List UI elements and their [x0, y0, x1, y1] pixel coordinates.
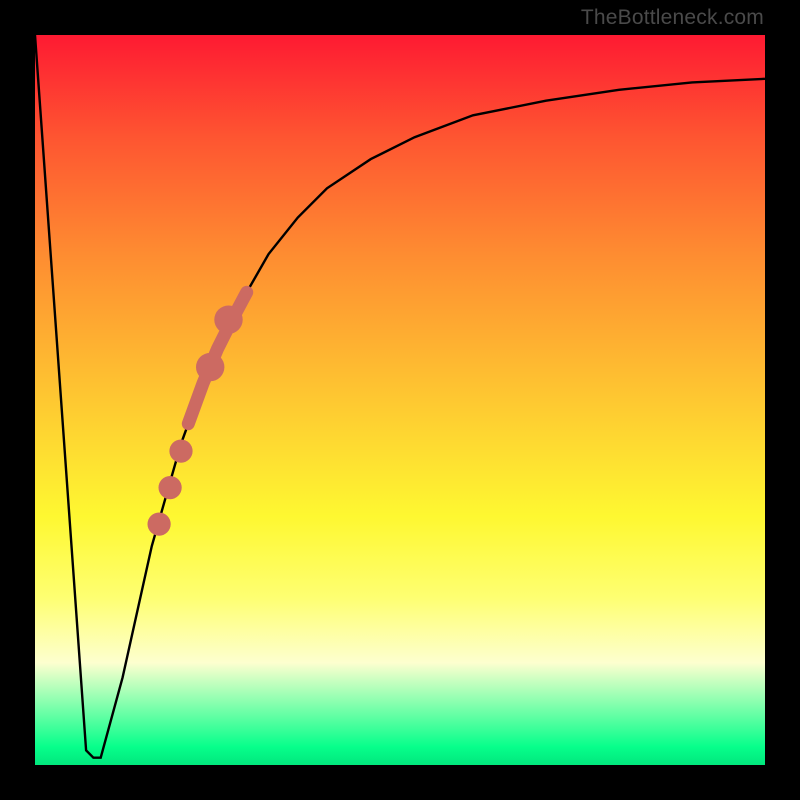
bottleneck-curve [35, 35, 765, 758]
highlight-dot [169, 440, 192, 463]
curve-layer [35, 35, 765, 765]
chart-frame: TheBottleneck.com [0, 0, 800, 800]
highlight-dot [148, 513, 171, 536]
highlight-dot [159, 476, 182, 499]
attribution-text: TheBottleneck.com [581, 6, 764, 30]
plot-area [35, 35, 765, 765]
highlight-dot [214, 306, 242, 334]
highlight-dot [196, 353, 224, 381]
